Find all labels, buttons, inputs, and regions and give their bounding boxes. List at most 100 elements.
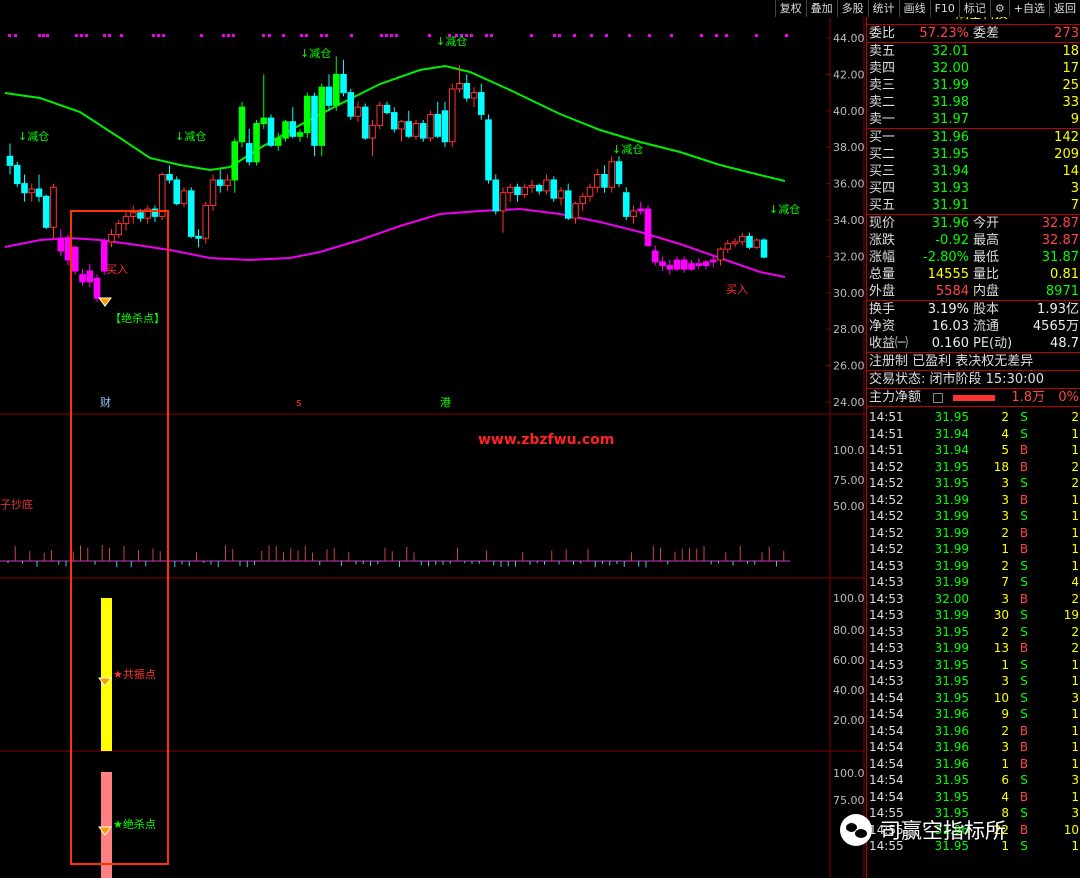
candle-body [64, 237, 72, 261]
candle-body [673, 259, 681, 270]
chart-annotation: 买入 [726, 283, 748, 296]
signal-dot [320, 34, 323, 37]
tick-volume: 6 [1001, 773, 1009, 787]
signal-dot [553, 34, 556, 37]
signal-dot [428, 34, 431, 37]
flow-settings-icon[interactable] [933, 392, 943, 403]
tick-time: 14:53 [869, 624, 904, 639]
candle-body [746, 235, 753, 248]
tick-side: B [1019, 789, 1029, 804]
candle-body [630, 210, 637, 217]
toolbar-item-8[interactable]: 返回 [1049, 0, 1080, 17]
tick-row: 14:54 31.95 6 S 3 [867, 772, 1080, 789]
tick-volume: 10 [993, 690, 1009, 705]
candle-body [50, 186, 57, 228]
candle-body [369, 124, 376, 139]
toolbar-item-7[interactable]: +自选 [1008, 0, 1049, 17]
signal-dot [157, 34, 160, 37]
candle-body [202, 204, 210, 239]
panel3-label: ★共振点 [113, 667, 156, 681]
tick-side: S [1020, 410, 1028, 424]
candle-body [586, 186, 594, 197]
toolbar-item-4[interactable]: 画线 [898, 0, 930, 17]
quote1-label: 现价 [869, 216, 896, 231]
bids-row[interactable]: 买二 31.95 209 [867, 146, 1080, 163]
signal-dot [268, 34, 271, 37]
chart-area[interactable]: 44.00 42.00 40.00 38.00 36.00 34.00 32.00 30.00… [0, 0, 865, 878]
toolbar-item-2[interactable]: 多股 [836, 0, 868, 17]
tick-volume: 30 [993, 608, 1009, 622]
candle-body [724, 243, 732, 250]
tick-price: 31.94 [934, 443, 969, 457]
asks-row[interactable]: 卖三 31.99 25 [867, 77, 1080, 94]
signal-dot [395, 34, 398, 37]
tick-side: B [1019, 459, 1029, 474]
bids-volume: 14 [1062, 164, 1079, 179]
bids-row[interactable]: 买一 31.96 142 [867, 129, 1080, 146]
candle-body [21, 183, 28, 194]
tick-price: 31.95 [934, 789, 969, 804]
tick-row: 14:53 32.00 3 B 2 [867, 591, 1080, 608]
candle-body [557, 190, 565, 199]
tick-price: 31.95 [934, 657, 969, 672]
quote2-value: 3.19% [927, 302, 969, 317]
candle-body [514, 186, 521, 196]
price-axis-label: 34.00 [833, 214, 865, 227]
panel3-axis-label: 100.0 [833, 592, 865, 605]
tick-time: 14:54 [869, 789, 904, 804]
tick-row: 14:52 31.99 1 B 1 [867, 541, 1080, 558]
toolbar-item-0[interactable]: 复权 [774, 0, 806, 17]
signal-dot [152, 34, 155, 37]
tick-row: 14:53 31.99 13 B 2 [867, 640, 1080, 657]
weibi-value: 57.23% [919, 26, 969, 41]
signal-dot [162, 34, 165, 37]
quote2-value: 48.7 [1050, 336, 1079, 351]
tick-volume: 3 [1001, 740, 1009, 754]
asks-row[interactable]: 卖四 32.00 17 [867, 60, 1080, 77]
gear-icon[interactable]: ⚙ [989, 0, 1009, 17]
tick-volume: 2 [1001, 525, 1009, 540]
bids-row[interactable]: 买三 31.94 14 [867, 163, 1080, 180]
tick-price: 31.96 [934, 723, 969, 738]
candle-body [245, 143, 253, 163]
tick-count: 1 [1071, 674, 1079, 688]
bids-volume: 142 [1054, 130, 1079, 145]
candle-body [187, 190, 195, 237]
candle-body [528, 184, 536, 188]
asks-row[interactable]: 卖一 31.97 9 [867, 111, 1080, 128]
quote-stats: 现价 31.96 今开 32.87 涨跌 -0.92 最高 32.87 涨幅 -2.80% 最低 31… [867, 215, 1080, 301]
bids-row[interactable]: 买五 31.91 7 [867, 197, 1080, 214]
price-axis-label: 42.00 [833, 68, 865, 81]
candle-body [470, 92, 478, 99]
candle-body [709, 259, 717, 263]
signal-dot [300, 34, 303, 37]
toolbar-item-5[interactable]: F10 [929, 0, 959, 17]
tick-time: 14:52 [869, 542, 904, 556]
toolbar-item-1[interactable]: 叠加 [805, 0, 837, 17]
asks-label: 卖五 [869, 44, 896, 59]
toolbar-item-6[interactable]: 标记 [958, 0, 990, 17]
candle-body [253, 123, 260, 163]
candle-body [680, 259, 688, 270]
quote1-value: 31.96 [931, 216, 969, 231]
signal-dot [80, 34, 83, 37]
candle-body [122, 215, 130, 225]
panel4-axis-label: 75.00 [833, 794, 865, 807]
tick-price: 31.94 [934, 426, 969, 441]
candle-body [137, 212, 144, 219]
bids-label: 买五 [869, 198, 896, 213]
bids-price: 31.94 [931, 164, 969, 179]
tick-list[interactable]: 14:51 31.95 2 S 2 14:51 31.94 4 S 1 14:51 31.94 5 B 1 1… [867, 407, 1080, 855]
bids-row[interactable]: 买四 31.93 3 [867, 180, 1080, 197]
asks-row[interactable]: 卖二 31.98 33 [867, 94, 1080, 111]
signal-dot [725, 34, 728, 37]
toolbar-item-3[interactable]: 统计 [867, 0, 899, 17]
kline-chart[interactable]: 44.00 42.00 40.00 38.00 36.00 34.00 32.00 30.00… [0, 0, 865, 878]
price-axis-label: 40.00 [833, 105, 865, 118]
signal-dot [573, 34, 576, 37]
tick-row: 14:52 31.95 18 B 2 [867, 459, 1080, 476]
tick-price: 31.96 [934, 707, 969, 721]
tick-time: 14:54 [869, 707, 904, 721]
main-flow-label: 主力净额 [869, 390, 922, 405]
asks-row[interactable]: 卖五 32.01 18 [867, 43, 1080, 60]
